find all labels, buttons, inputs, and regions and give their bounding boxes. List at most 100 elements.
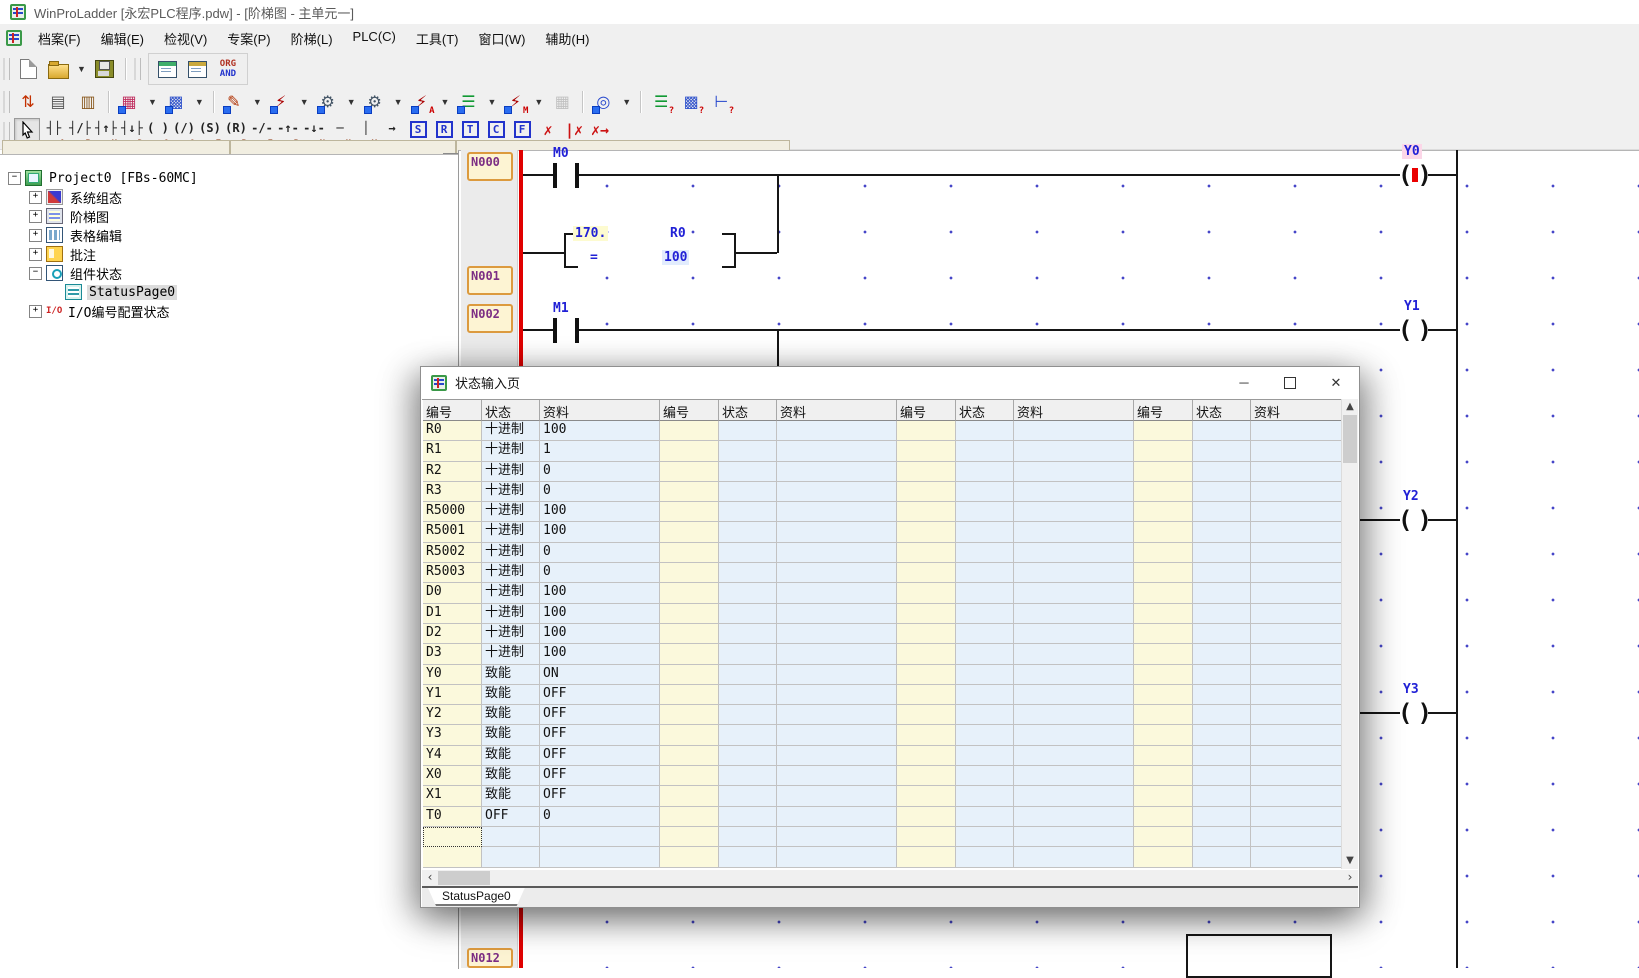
- cell-data[interactable]: [777, 807, 897, 827]
- cell-number[interactable]: [660, 543, 719, 563]
- cell-data[interactable]: [1014, 807, 1134, 827]
- cell-number[interactable]: [1134, 624, 1193, 644]
- cell-number[interactable]: [1134, 766, 1193, 786]
- cell-data[interactable]: [540, 847, 660, 867]
- cell-number[interactable]: [1134, 786, 1193, 806]
- cell-data[interactable]: [1014, 766, 1134, 786]
- menu-w[interactable]: 窗口(W): [468, 25, 535, 52]
- cell-status[interactable]: [1193, 786, 1251, 806]
- cell-data[interactable]: 1: [540, 441, 660, 461]
- minimize-icon[interactable]: ─: [1221, 367, 1267, 398]
- cell-number[interactable]: [660, 665, 719, 685]
- coil-y0[interactable]: (): [1398, 161, 1432, 189]
- cell-data[interactable]: [777, 685, 897, 705]
- cell-status[interactable]: [719, 786, 777, 806]
- cell-status[interactable]: [719, 563, 777, 583]
- expand-icon[interactable]: +: [29, 248, 42, 261]
- run-plc-icon[interactable]: ⚙: [314, 88, 342, 116]
- cell-number[interactable]: [660, 786, 719, 806]
- cell-number[interactable]: [1134, 522, 1193, 542]
- cell-number[interactable]: [660, 705, 719, 725]
- cell-data[interactable]: [1014, 624, 1134, 644]
- cell-status[interactable]: 致能: [482, 685, 540, 705]
- ladder-window-icon[interactable]: [184, 55, 212, 83]
- coil-y2[interactable]: (): [1398, 506, 1432, 534]
- menu-e[interactable]: 编辑(E): [91, 25, 154, 52]
- find-icon[interactable]: ◎: [589, 88, 617, 116]
- cell-status[interactable]: [1193, 685, 1251, 705]
- cell-number[interactable]: [897, 786, 956, 806]
- cell-data[interactable]: [1014, 563, 1134, 583]
- scroll-down-icon[interactable]: ▼: [1342, 853, 1358, 869]
- menu-plcc[interactable]: PLC(C): [343, 25, 406, 52]
- cell-number[interactable]: [1134, 685, 1193, 705]
- org-and-icon[interactable]: ORGAND: [214, 55, 242, 83]
- tree-item-[interactable]: +系统组态: [29, 188, 124, 206]
- cell-status[interactable]: 致能: [482, 746, 540, 766]
- cell-data[interactable]: [1014, 462, 1134, 482]
- cell-status[interactable]: [1193, 583, 1251, 603]
- cell-data[interactable]: [1251, 766, 1342, 786]
- cell-data[interactable]: ON: [540, 665, 660, 685]
- contact-query-icon[interactable]: ⊢?: [707, 88, 735, 116]
- cell-data[interactable]: [1014, 502, 1134, 522]
- cell-number[interactable]: [897, 502, 956, 522]
- tree-item-project0fbs60mc[interactable]: −Project0 [FBs-60MC]: [8, 169, 200, 187]
- cell-number[interactable]: Y3: [423, 725, 482, 745]
- cell-number[interactable]: [897, 665, 956, 685]
- project-tree-icon[interactable]: ▦: [115, 88, 143, 116]
- cell-number[interactable]: Y2: [423, 705, 482, 725]
- menu-h[interactable]: 辅助(H): [535, 25, 599, 52]
- cell-status[interactable]: [1193, 502, 1251, 522]
- cell-number[interactable]: [1134, 441, 1193, 461]
- cell-data[interactable]: OFF: [540, 725, 660, 745]
- edit-mode-dropdown-icon[interactable]: ▼: [249, 89, 266, 115]
- cell-data[interactable]: [777, 766, 897, 786]
- cell-status[interactable]: 致能: [482, 665, 540, 685]
- cell-status[interactable]: 致能: [482, 766, 540, 786]
- network-box-n000[interactable]: N000: [467, 152, 513, 181]
- cell-number[interactable]: R5000: [423, 502, 482, 522]
- cell-data[interactable]: 100: [540, 502, 660, 522]
- tree-item-[interactable]: −组件状态: [29, 264, 124, 282]
- cell-status[interactable]: [1193, 807, 1251, 827]
- cell-number[interactable]: [660, 827, 719, 847]
- cell-status[interactable]: [1193, 725, 1251, 745]
- cell-number[interactable]: [660, 604, 719, 624]
- cell-data[interactable]: [777, 847, 897, 867]
- cell-data[interactable]: [1014, 543, 1134, 563]
- cell-number[interactable]: [660, 644, 719, 664]
- cell-data[interactable]: [1251, 827, 1342, 847]
- cell-status[interactable]: [719, 421, 777, 441]
- cell-status[interactable]: [719, 583, 777, 603]
- menu-l[interactable]: 阶梯(L): [281, 25, 343, 52]
- cell-data[interactable]: 0: [540, 807, 660, 827]
- cell-data[interactable]: OFF: [540, 705, 660, 725]
- cell-status[interactable]: [956, 685, 1014, 705]
- cell-data[interactable]: [777, 583, 897, 603]
- cell-data[interactable]: [1014, 705, 1134, 725]
- cell-data[interactable]: [1014, 685, 1134, 705]
- open-file-icon[interactable]: [44, 55, 72, 83]
- cell-number[interactable]: [897, 685, 956, 705]
- run-plc-dropdown-icon[interactable]: ▼: [343, 89, 360, 115]
- cell-data[interactable]: 100: [540, 421, 660, 441]
- cell-number[interactable]: [660, 441, 719, 461]
- monitor-a-icon[interactable]: ⚡A: [408, 88, 436, 116]
- cell-data[interactable]: [1251, 624, 1342, 644]
- cell-number[interactable]: [1134, 746, 1193, 766]
- cell-data[interactable]: [1251, 644, 1342, 664]
- cell-status[interactable]: [482, 827, 540, 847]
- cell-data[interactable]: [1251, 482, 1342, 502]
- cell-data[interactable]: [1014, 421, 1134, 441]
- document-window-icon[interactable]: [6, 30, 22, 46]
- cell-status[interactable]: [719, 502, 777, 522]
- cell-data[interactable]: [1014, 583, 1134, 603]
- scroll-right-icon[interactable]: ›: [1342, 870, 1358, 886]
- cell-data[interactable]: [777, 827, 897, 847]
- cell-data[interactable]: 100: [540, 624, 660, 644]
- cell-number[interactable]: [660, 766, 719, 786]
- cell-status[interactable]: 十进制: [482, 624, 540, 644]
- tree-item-statuspage0[interactable]: StatusPage0: [50, 283, 177, 301]
- transfer-icon[interactable]: ⇅: [14, 88, 42, 116]
